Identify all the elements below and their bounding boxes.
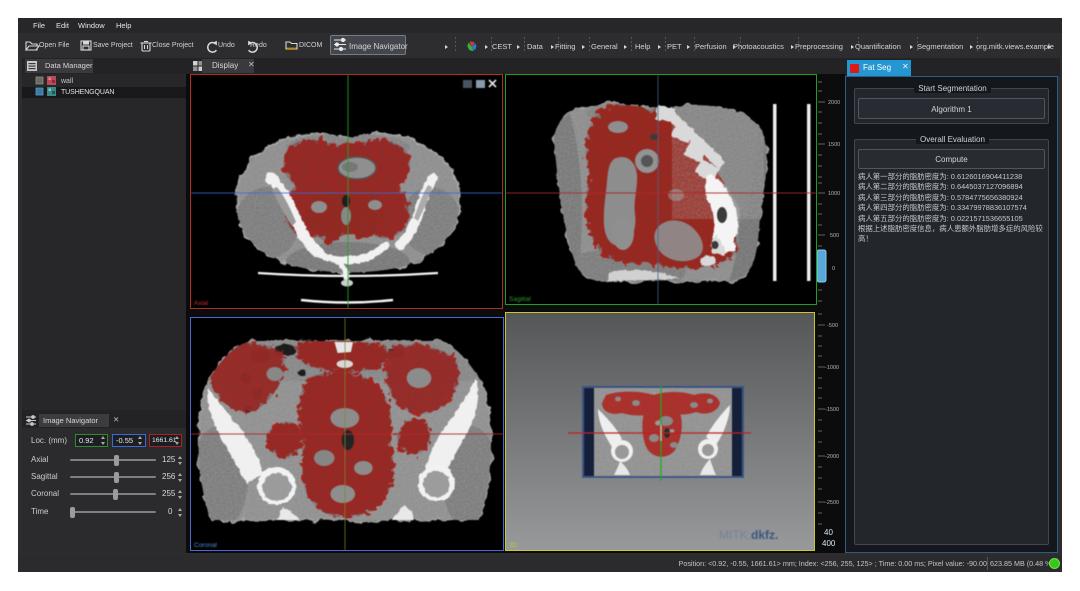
svg-text:3D: 3D [509, 542, 518, 549]
svg-text:Sagittal: Sagittal [509, 296, 531, 303]
svg-text:-1500: -1500 [825, 407, 839, 413]
svg-text:40: 40 [824, 528, 833, 537]
svg-text:-500: -500 [827, 323, 838, 329]
svg-text:-1000: -1000 [825, 365, 839, 371]
svg-text:1500: 1500 [828, 142, 840, 148]
svg-text:-2500: -2500 [825, 500, 839, 506]
svg-text:Axial: Axial [194, 300, 209, 307]
svg-text:1000: 1000 [828, 191, 840, 197]
svg-text:MITK:dkfz.: MITK:dkfz. [719, 528, 778, 542]
svg-text:2000: 2000 [828, 100, 840, 106]
svg-text:-2000: -2000 [825, 454, 839, 460]
svg-text:500: 500 [830, 233, 839, 239]
svg-text:0: 0 [832, 266, 835, 272]
svg-text:Coronal: Coronal [194, 542, 217, 549]
svg-text:400: 400 [822, 539, 836, 548]
